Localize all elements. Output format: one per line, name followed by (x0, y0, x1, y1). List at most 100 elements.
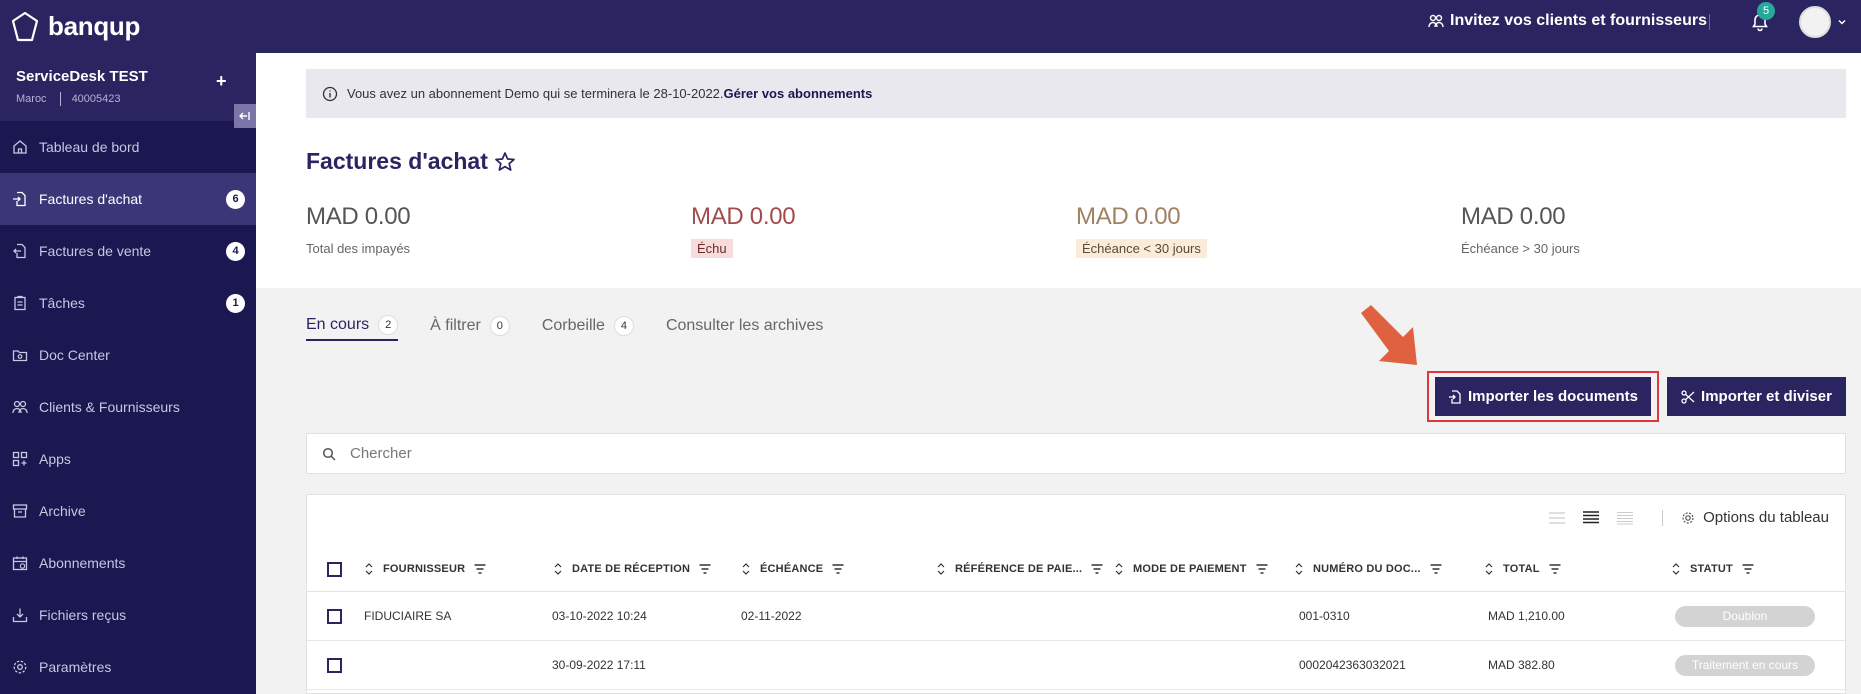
tab-count: 0 (489, 316, 510, 336)
column-header-label: DATE DE RÉCEPTION (572, 563, 691, 575)
apps-icon (12, 451, 28, 467)
table-options-button[interactable]: Options du tableau (1681, 509, 1829, 526)
row-checkbox[interactable] (327, 658, 342, 673)
cell-total: MAD 1,210.00 (1488, 609, 1565, 623)
sidebar-item-clients-fournisseurs[interactable]: Clients & Fournisseurs (0, 381, 256, 433)
import-split-button[interactable]: Importer et diviser (1667, 377, 1846, 416)
sidebar-item-label: Factures de vente (39, 243, 152, 259)
default-view-icon[interactable] (1582, 510, 1600, 525)
sidebar-item-label: Factures d'achat (39, 191, 143, 207)
sort-icon[interactable] (365, 563, 373, 575)
file-export-icon (13, 243, 26, 259)
subscription-banner: Vous avez un abonnement Demo qui se term… (306, 69, 1846, 118)
sidebar-item-abonnements[interactable]: Abonnements (0, 537, 256, 589)
table-row[interactable]: FIDUCIAIRE SA 03-10-2022 10:24 02-11-2022 0… (307, 592, 1845, 641)
info-icon (322, 86, 338, 101)
scissors-icon (1681, 389, 1695, 404)
cell-supplier: FIDUCIAIRE SA (364, 609, 452, 623)
collapse-sidebar-button[interactable] (234, 104, 256, 128)
tab-en-cours[interactable]: En cours 2 (306, 311, 399, 341)
row-checkbox[interactable] (327, 609, 342, 624)
sidebar-item-apps[interactable]: Apps (0, 433, 256, 485)
filter-icon[interactable] (832, 564, 844, 574)
dense-view-icon[interactable] (1616, 511, 1634, 525)
kpi-label: Échu (691, 239, 733, 258)
sort-icon[interactable] (1485, 563, 1493, 575)
doc-center-icon (12, 350, 28, 362)
import-documents-label: Importer les documents (1467, 388, 1639, 405)
sidebar-item-label: Doc Center (39, 347, 110, 363)
sidebar-item-badge: 1 (226, 293, 245, 313)
gear-icon (1682, 511, 1694, 524)
compact-view-icon[interactable] (1548, 511, 1566, 525)
filter-icon[interactable] (1256, 564, 1268, 574)
file-import-icon (1448, 389, 1461, 404)
filter-icon[interactable] (1091, 564, 1103, 574)
sidebar-item-doc-center[interactable]: Doc Center (0, 329, 256, 381)
sort-icon[interactable] (742, 563, 750, 575)
tab-corbeille[interactable]: Corbeille 4 (542, 311, 634, 341)
kpi-total-unpaid: MAD 0.00 Total des impayés (306, 203, 411, 258)
tab-label: À filtrer (430, 317, 481, 334)
table-header: FOURNISSEUR DATE DE RÉCEPTION ÉCHÉANCE RÉFÉ… (307, 547, 1845, 592)
kpi-overdue: MAD 0.00 Échu (691, 203, 796, 258)
invoices-table: Options du tableau FOURNISSEUR DATE DE RÉ… (306, 494, 1846, 694)
filter-icon[interactable] (474, 564, 486, 574)
sort-icon[interactable] (937, 563, 945, 575)
divider (59, 92, 61, 106)
company-id: 40005423 (71, 93, 121, 105)
filter-icon[interactable] (699, 564, 711, 574)
avatar[interactable] (1799, 6, 1831, 38)
kpi-due-over-30: MAD 0.00 Échéance > 30 jours (1461, 203, 1580, 258)
tab-a-filtrer[interactable]: À filtrer 0 (430, 311, 510, 341)
company-meta: Maroc 40005423 (16, 92, 240, 106)
manage-subscriptions-link[interactable]: Gérer vos abonnements (724, 86, 873, 101)
kpi-due-under-30: MAD 0.00 Échéance < 30 jours (1076, 203, 1207, 258)
import-documents-button[interactable]: Importer les documents (1435, 377, 1651, 416)
search-icon (322, 447, 336, 461)
select-all-checkbox[interactable] (327, 562, 342, 577)
sort-icon[interactable] (1672, 563, 1680, 575)
banqup-logo[interactable]: banqup (10, 11, 140, 43)
chevron-down-icon[interactable] (1838, 18, 1846, 26)
column-header[interactable]: RÉFÉRENCE DE PAIE... (937, 563, 1103, 575)
table-tools: Options du tableau (1548, 509, 1829, 526)
add-company-button[interactable]: + (216, 71, 227, 92)
sort-icon[interactable] (554, 563, 562, 575)
top-bar: banqup Invitez vos clients et fournisseu… (0, 0, 1861, 53)
company-switcher[interactable]: ServiceDesk TEST Maroc 40005423 + (0, 53, 256, 121)
column-header[interactable]: STATUT (1672, 563, 1754, 575)
banner-text: Vous avez un abonnement Demo qui se term… (347, 86, 724, 101)
column-header-label: FOURNISSEUR (383, 563, 466, 575)
table-options-label: Options du tableau (1703, 509, 1829, 526)
table-row[interactable]: 30-09-2022 17:11 0002042363032021 MAD 382.… (307, 641, 1845, 690)
filter-icon[interactable] (1742, 564, 1754, 574)
star-icon[interactable] (493, 150, 517, 174)
sidebar-item-fichiers-re-us[interactable]: Fichiers reçus (0, 589, 256, 641)
column-header[interactable]: TOTAL (1485, 563, 1561, 575)
divider (1709, 14, 1710, 30)
column-header[interactable]: DATE DE RÉCEPTION (554, 563, 711, 575)
filter-icon[interactable] (1430, 564, 1442, 574)
sidebar-item-t-ches[interactable]: Tâches 1 (0, 277, 256, 329)
cell-total: MAD 382.80 (1488, 658, 1555, 672)
search-input[interactable]: Chercher (306, 433, 1846, 474)
notification-badge: 5 (1757, 2, 1775, 20)
sidebar-item-param-tres[interactable]: Paramètres (0, 641, 256, 693)
sidebar-item-factures-de-vente[interactable]: Factures de vente 4 (0, 225, 256, 277)
sidebar-item-tableau-de-bord[interactable]: Tableau de bord (0, 121, 256, 173)
sidebar-item-factures-d-achat[interactable]: Factures d'achat 6 (0, 173, 256, 225)
sort-icon[interactable] (1115, 563, 1123, 575)
page-title-text: Factures d'achat (306, 148, 488, 174)
column-header[interactable]: FOURNISSEUR (365, 563, 486, 575)
sort-icon[interactable] (1295, 563, 1303, 575)
tab-archives[interactable]: Consulter les archives (666, 311, 823, 341)
filter-icon[interactable] (1549, 564, 1561, 574)
collapse-arrow-icon (239, 112, 250, 120)
column-header[interactable]: ÉCHÉANCE (742, 563, 844, 575)
column-header[interactable]: MODE DE PAIEMENT (1115, 563, 1268, 575)
kpi-value: MAD 0.00 (306, 203, 411, 230)
sidebar-item-archive[interactable]: Archive (0, 485, 256, 537)
column-header[interactable]: NUMÉRO DU DOC... (1295, 563, 1442, 575)
invite-link[interactable]: Invitez vos clients et fournisseurs (1428, 12, 1707, 30)
